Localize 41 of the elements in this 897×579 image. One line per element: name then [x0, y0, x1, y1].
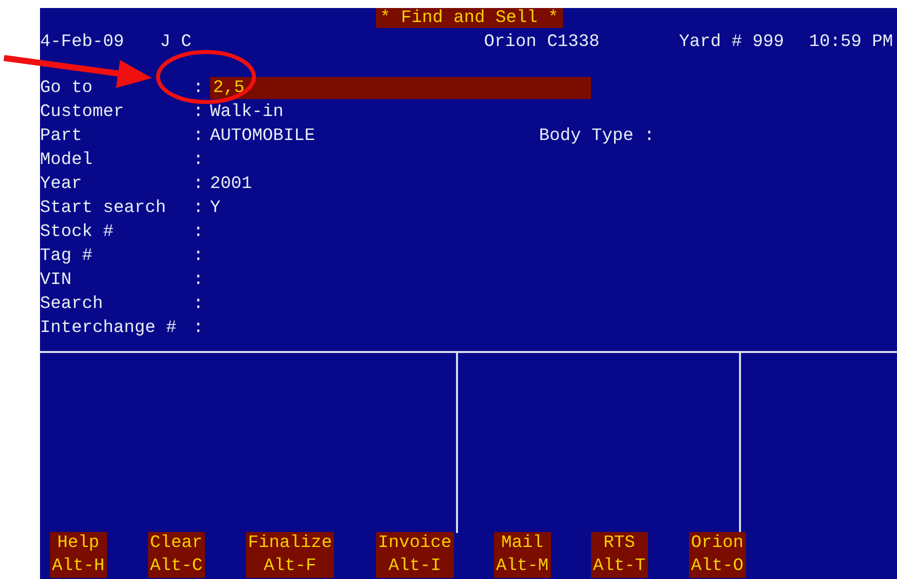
field-label: Model [40, 149, 94, 172]
field-label: Start search [40, 197, 168, 220]
function-key-button[interactable]: Mail Alt-M [494, 532, 551, 578]
field-separator: : [193, 173, 205, 196]
field-separator: : [193, 77, 205, 100]
function-key-button[interactable]: Help Alt-H [50, 532, 107, 578]
field-separator: : [193, 149, 205, 172]
input-field[interactable]: 2,5 [210, 77, 591, 99]
function-key-button[interactable]: Orion Alt-O [689, 532, 746, 578]
time-text: 10:59 PM [809, 31, 894, 54]
field-label: Search [40, 293, 104, 316]
system-name: Orion C1338 [484, 31, 601, 54]
field-separator: : [193, 221, 205, 244]
field-label: Interchange # [40, 317, 178, 340]
field-label: Body Type : [539, 125, 655, 148]
field-separator: : [193, 317, 205, 340]
field-separator: : [193, 269, 205, 292]
field-value: 2001 [210, 173, 252, 196]
screen-title: * Find and Sell * [376, 8, 563, 28]
field-label: Year [40, 173, 84, 196]
field-value: Y [210, 197, 221, 220]
field-label: Stock # [40, 221, 115, 244]
field-label: Go to [40, 77, 94, 100]
function-key-button[interactable]: RTS Alt-T [591, 532, 648, 578]
function-key-button[interactable]: Clear Alt-C [148, 532, 205, 578]
yard-number: Yard # 999 [679, 31, 786, 54]
field-separator: : [193, 293, 205, 316]
function-key-button[interactable]: Finalize Alt-F [246, 532, 334, 578]
field-separator: : [193, 125, 205, 148]
function-key-button[interactable]: Invoice Alt-I [376, 532, 454, 578]
date-text: 4-Feb-09 [40, 31, 126, 54]
field-separator: : [193, 197, 205, 220]
field-separator: : [193, 245, 205, 268]
field-separator: : [193, 101, 205, 124]
user-initials: J C [160, 31, 193, 54]
field-label: Tag # [40, 245, 94, 268]
field-label: Part [40, 125, 84, 148]
field-label: Customer [40, 101, 126, 124]
field-value: AUTOMOBILE [210, 125, 316, 148]
field-value: Walk-in [210, 101, 284, 124]
field-label: VIN [40, 269, 73, 292]
